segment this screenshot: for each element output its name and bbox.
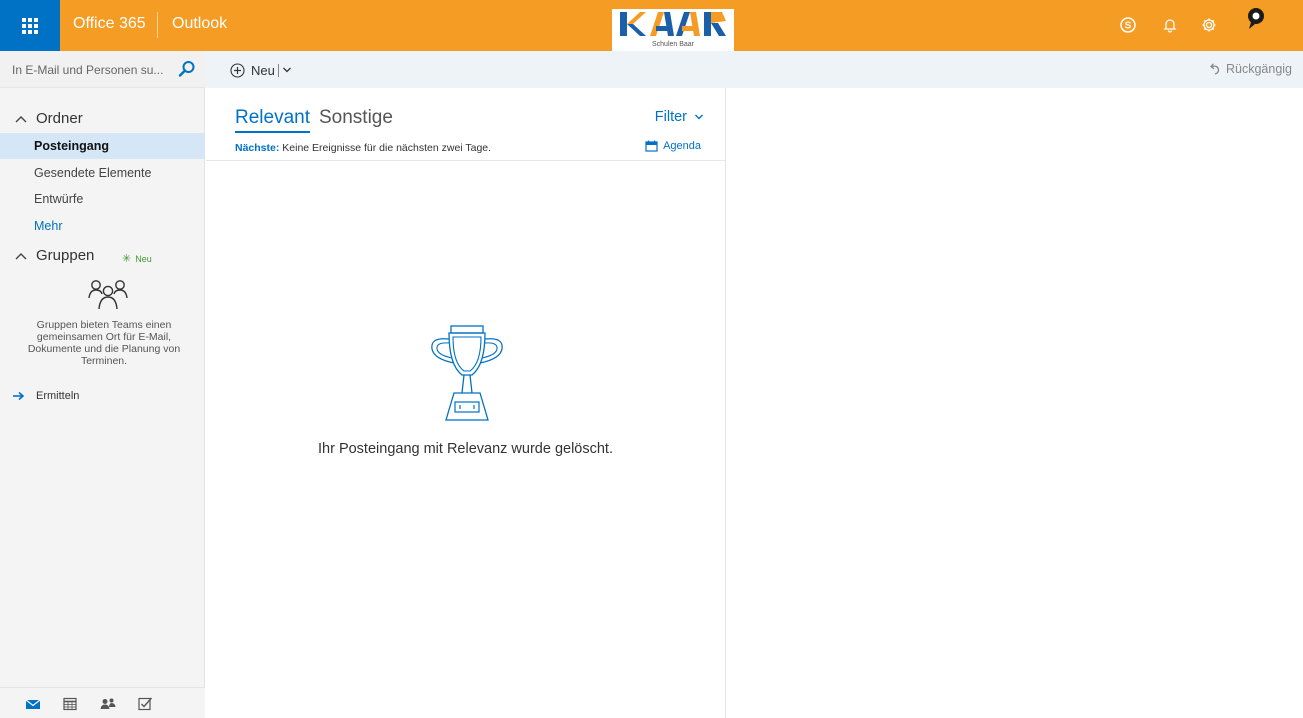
chevron-down-icon[interactable] — [282, 66, 292, 74]
search-box — [0, 51, 205, 88]
discover-link[interactable]: Ermitteln — [12, 390, 79, 402]
new-button-divider — [277, 63, 279, 77]
undo-label: Rückgängig — [1225, 62, 1292, 76]
top-bar: Office 365 Outlook Schulen Baar S — [0, 0, 1303, 51]
office-365-link[interactable]: Office 365 — [73, 15, 146, 33]
upcoming-label: Nächste: — [235, 142, 280, 154]
folder-sent-items[interactable]: Gesendete Elemente — [0, 160, 205, 186]
list-divider — [206, 160, 725, 161]
calendar-icon[interactable] — [61, 697, 79, 711]
undo-button[interactable]: Rückgängig — [1208, 62, 1292, 76]
groups-description: Gruppen bieten Teams einen gemeinsamen O… — [27, 319, 181, 367]
brand-divider — [157, 12, 158, 38]
outlook-app-link[interactable]: Outlook — [172, 15, 227, 33]
calendar-icon — [645, 140, 658, 152]
agenda-label: Agenda — [663, 140, 701, 152]
new-message-label: Neu — [251, 62, 275, 78]
filter-label: Filter — [654, 109, 687, 125]
chevron-up-icon — [15, 252, 27, 259]
skype-icon: S — [1120, 17, 1136, 33]
sparkle-icon: ✳ — [122, 253, 132, 265]
new-badge-label: Neu — [135, 253, 152, 264]
folders-heading-label: Ordner — [36, 110, 83, 127]
groups-icon — [88, 280, 128, 310]
reading-pane — [727, 88, 1303, 718]
logo-caption: Schulen Baar — [651, 41, 695, 48]
plus-circle-icon — [230, 62, 245, 78]
upcoming-text: Keine Ereignisse für die nächsten zwei T… — [282, 142, 492, 154]
app-launcher-icon — [22, 17, 38, 34]
tab-relevant[interactable]: Relevant — [235, 107, 310, 133]
folder-drafts[interactable]: Entwürfe — [0, 186, 205, 212]
search-input[interactable] — [12, 60, 172, 80]
skype-button[interactable]: S — [1116, 13, 1140, 37]
empty-inbox-message: Ihr Posteingang mit Relevanz wurde gelös… — [318, 441, 613, 457]
module-switcher — [0, 687, 205, 718]
search-icon[interactable] — [178, 60, 196, 78]
upcoming-events-line: Nächste: Keine Ereignisse für die nächst… — [235, 142, 491, 154]
message-list: Relevant Sonstige Filter Nächste: Keine … — [206, 88, 726, 718]
tab-other[interactable]: Sonstige — [319, 107, 393, 129]
people-icon[interactable] — [99, 697, 117, 711]
groups-heading-label: Gruppen — [36, 247, 95, 264]
chevron-up-icon — [15, 115, 27, 122]
chevron-down-icon — [695, 114, 703, 120]
discover-label: Ermitteln — [36, 390, 80, 402]
help-icon — [1248, 8, 1264, 29]
command-bar: Neu Rückgängig — [205, 51, 1303, 88]
folders-heading[interactable]: Ordner — [14, 110, 83, 127]
app-launcher-button[interactable] — [0, 0, 60, 51]
school-logo: Schulen Baar — [612, 9, 734, 51]
svg-text:S: S — [1125, 21, 1132, 32]
help-button[interactable] — [1244, 7, 1268, 31]
new-badge: ✳ Neu — [122, 252, 152, 265]
filter-button[interactable]: Filter — [655, 109, 704, 125]
settings-button[interactable] — [1197, 13, 1221, 37]
undo-icon — [1210, 63, 1220, 75]
agenda-link[interactable]: Agenda — [645, 140, 701, 152]
notifications-button[interactable] — [1158, 13, 1182, 37]
gear-icon — [1202, 18, 1216, 32]
new-message-button[interactable]: Neu — [230, 60, 292, 80]
folder-inbox[interactable]: Posteingang — [0, 133, 205, 159]
mail-icon[interactable] — [24, 697, 42, 711]
groups-heading[interactable]: Gruppen — [14, 247, 94, 264]
bell-icon — [1163, 19, 1177, 33]
arrow-right-icon — [13, 391, 25, 401]
left-navigation: Ordner Posteingang Gesendete Elemente En… — [0, 51, 205, 718]
more-folders-link[interactable]: Mehr — [0, 213, 205, 239]
trophy-icon — [431, 325, 503, 421]
tasks-icon[interactable] — [136, 697, 154, 711]
